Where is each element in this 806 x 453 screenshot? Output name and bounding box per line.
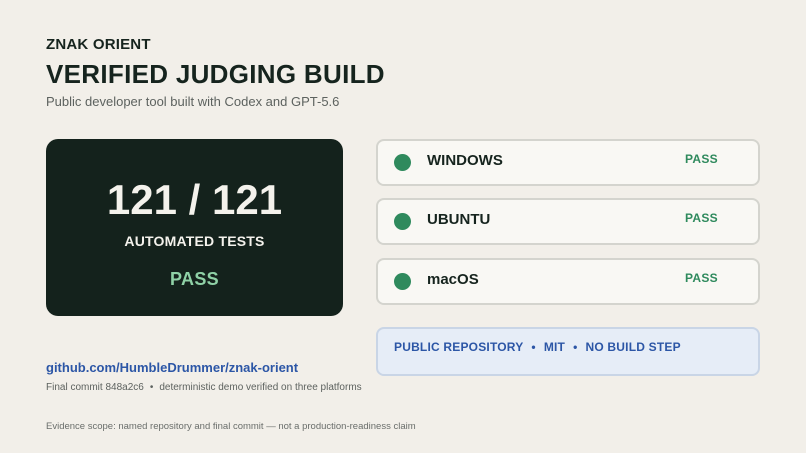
platform-name: macOS [427, 271, 479, 288]
chip-separator: • [531, 340, 536, 354]
chip-license: MIT [543, 340, 566, 354]
page-title: VERIFIED JUDGING BUILD [46, 59, 385, 89]
commit-separator: • [149, 382, 154, 393]
test-score-card: 121 / 121 AUTOMATED TESTS PASS [46, 139, 343, 316]
page-subtitle: Public developer tool built with Codex a… [46, 94, 340, 109]
status-dot-icon [394, 154, 411, 171]
repo-info-chips: PUBLIC REPOSITORY • MIT • NO BUILD STEP [394, 340, 681, 354]
platform-name: UBUNTU [427, 211, 491, 228]
commit-hash: Final commit 848a2c6 [46, 382, 144, 393]
platform-card-macos: macOS PASS [376, 258, 760, 305]
test-score: 121 / 121 [106, 176, 283, 223]
status-dot-icon [394, 273, 411, 290]
evidence-scope-note: Evidence scope: named repository and fin… [46, 421, 416, 432]
commit-note: deterministic demo verified on three pla… [159, 382, 362, 393]
platform-status: PASS [685, 271, 718, 285]
commit-info: Final commit 848a2c6 • deterministic demo … [46, 382, 362, 393]
chip-public-repository: PUBLIC REPOSITORY [394, 340, 524, 354]
platform-card-windows: WINDOWS PASS [376, 139, 760, 186]
platform-status: PASS [685, 211, 718, 225]
repository-link[interactable]: github.com/HumbleDrummer/znak-orient [46, 360, 298, 375]
platform-status: PASS [685, 152, 718, 166]
repo-info-box: PUBLIC REPOSITORY • MIT • NO BUILD STEP [376, 327, 760, 376]
status-dot-icon [394, 213, 411, 230]
platform-card-ubuntu: UBUNTU PASS [376, 198, 760, 245]
test-score-status: PASS [170, 269, 219, 289]
test-score-label: AUTOMATED TESTS [124, 233, 265, 249]
brand-label: ZNAK ORIENT [46, 36, 151, 53]
chip-separator: • [573, 340, 578, 354]
platform-name: WINDOWS [427, 152, 503, 169]
chip-no-build-step: NO BUILD STEP [585, 340, 681, 354]
